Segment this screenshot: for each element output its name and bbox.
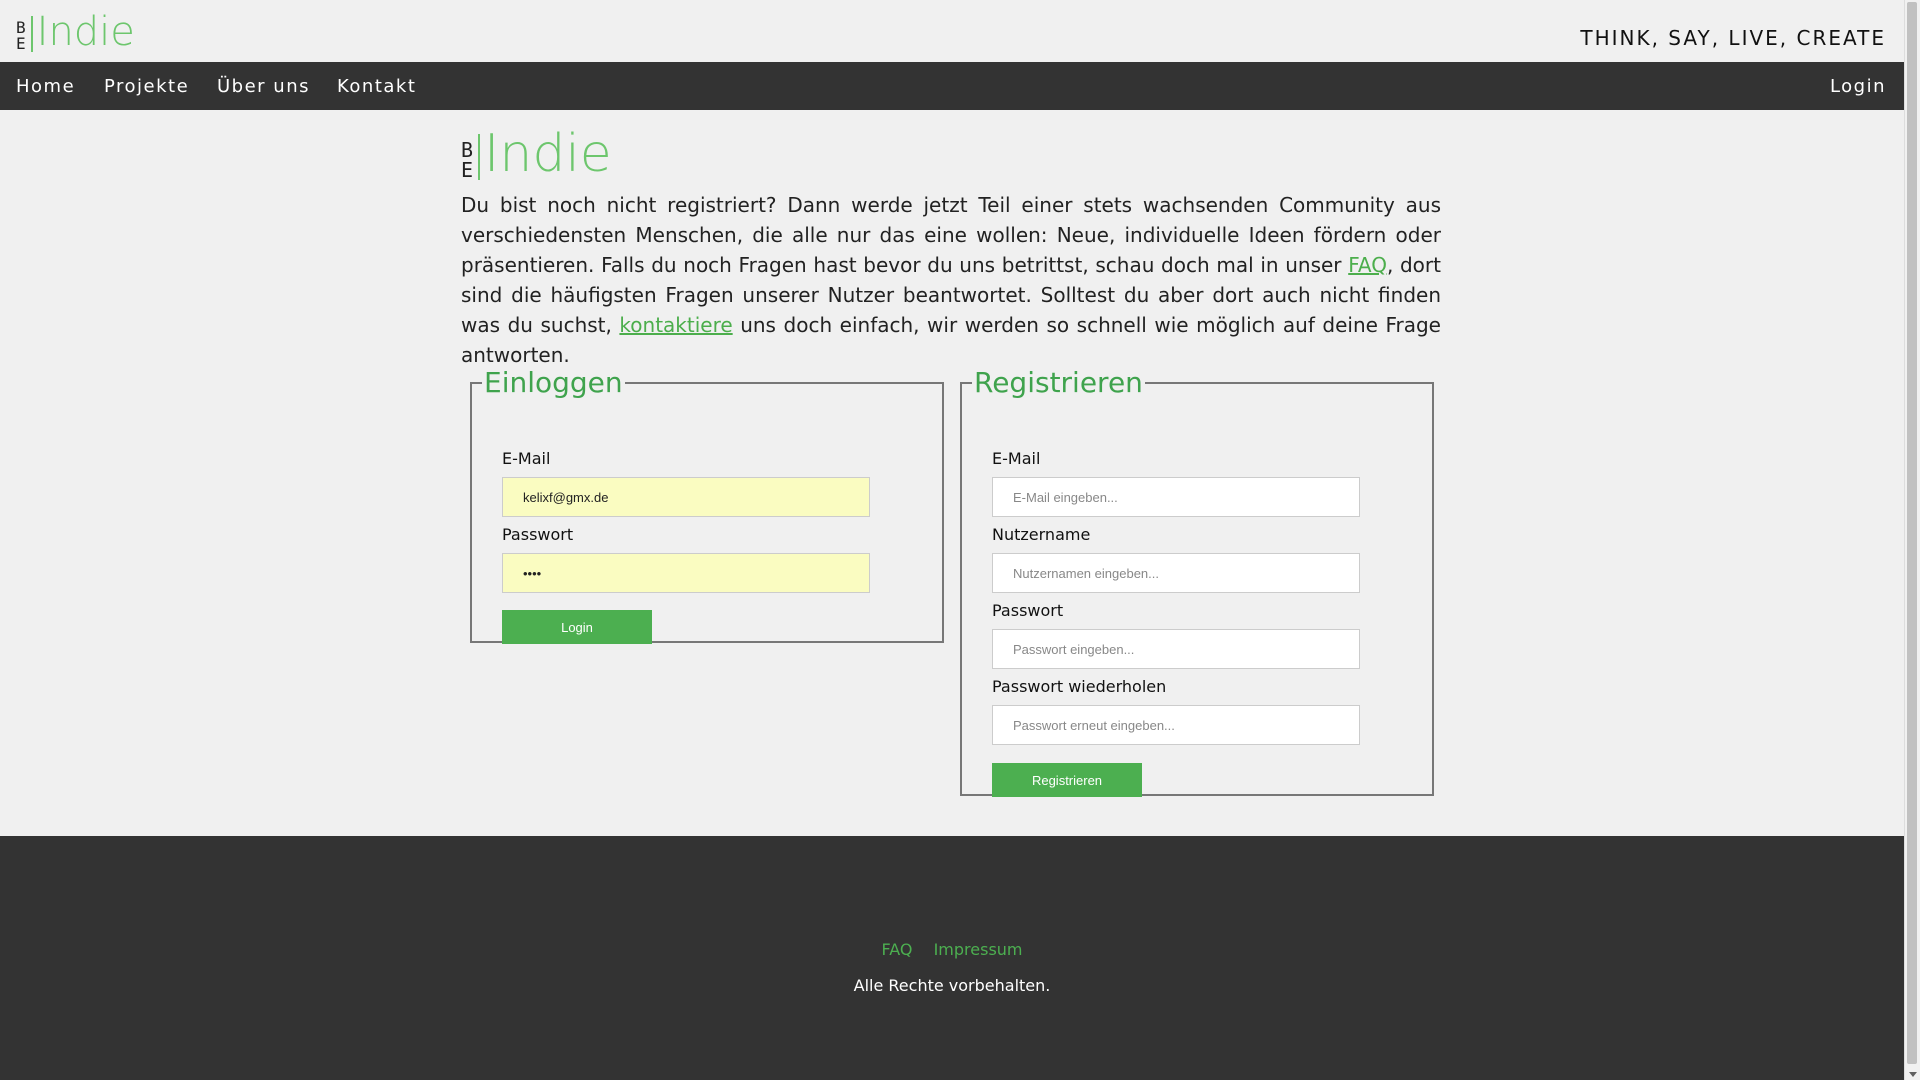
nav-kontakt[interactable]: Kontakt xyxy=(337,76,416,97)
faq-link[interactable]: FAQ xyxy=(1348,253,1387,277)
register-form: Registrieren E-Mail Nutzername Passwort … xyxy=(960,366,1434,797)
footer-links: FAQ Impressum xyxy=(0,940,1904,959)
logo-wordmark: Indie xyxy=(36,9,135,55)
logo-be-mark: B E xyxy=(16,18,27,53)
nav-login[interactable]: Login xyxy=(1830,76,1886,97)
page-scrollbar[interactable] xyxy=(1904,0,1920,1080)
main-nav: Home Projekte Über uns Kontakt Login xyxy=(0,62,1904,110)
footer-faq-link[interactable]: FAQ xyxy=(881,940,912,959)
logo-divider xyxy=(478,134,481,180)
login-password-label: Passwort xyxy=(502,525,574,544)
register-email-label: E-Mail xyxy=(992,449,1041,468)
tagline: THINK, SAY, LIVE, CREATE xyxy=(1580,26,1886,50)
nav-projekte[interactable]: Projekte xyxy=(104,76,189,97)
register-button[interactable]: Registrieren xyxy=(992,763,1142,797)
footer-impressum-link[interactable]: Impressum xyxy=(934,940,1023,959)
register-password-input[interactable] xyxy=(992,629,1360,669)
login-email-input[interactable] xyxy=(502,477,870,517)
main-content: B E Indie Du bist noch nicht registriert… xyxy=(461,128,1441,390)
page: B E Indie THINK, SAY, LIVE, CREATE Home … xyxy=(0,0,1904,1080)
scrollbar-thumb[interactable] xyxy=(1907,2,1917,1064)
login-button[interactable]: Login xyxy=(502,610,652,644)
register-password-repeat-label: Passwort wiederholen xyxy=(992,677,1167,696)
register-username-label: Nutzername xyxy=(992,525,1091,544)
login-legend: Einloggen xyxy=(484,366,623,399)
top-header: B E Indie THINK, SAY, LIVE, CREATE xyxy=(0,0,1904,62)
scroll-down-icon[interactable] xyxy=(1909,1072,1917,1077)
footer: FAQ Impressum Alle Rechte vorbehalten. xyxy=(0,836,1904,1080)
nav-home[interactable]: Home xyxy=(16,76,75,97)
login-form: Einloggen E-Mail Passwort Login xyxy=(470,366,944,644)
register-legend: Registrieren xyxy=(974,366,1143,399)
logo-divider xyxy=(30,16,33,52)
intro-text: Du bist noch nicht registriert? Dann wer… xyxy=(461,193,1441,367)
register-password-repeat-input[interactable] xyxy=(992,705,1360,745)
footer-copyright: Alle Rechte vorbehalten. xyxy=(853,976,1051,995)
content-logo: B E Indie xyxy=(461,128,1441,180)
site-logo[interactable]: B E Indie xyxy=(16,12,135,52)
contact-link[interactable]: kontaktiere xyxy=(619,313,732,337)
register-email-input[interactable] xyxy=(992,477,1360,517)
logo-wordmark: Indie xyxy=(484,124,612,184)
nav-ueber-uns[interactable]: Über uns xyxy=(217,76,310,97)
logo-be-mark: B E xyxy=(461,138,475,182)
register-password-label: Passwort xyxy=(992,601,1064,620)
login-email-label: E-Mail xyxy=(502,449,551,468)
login-password-input[interactable] xyxy=(502,553,870,593)
register-username-input[interactable] xyxy=(992,553,1360,593)
